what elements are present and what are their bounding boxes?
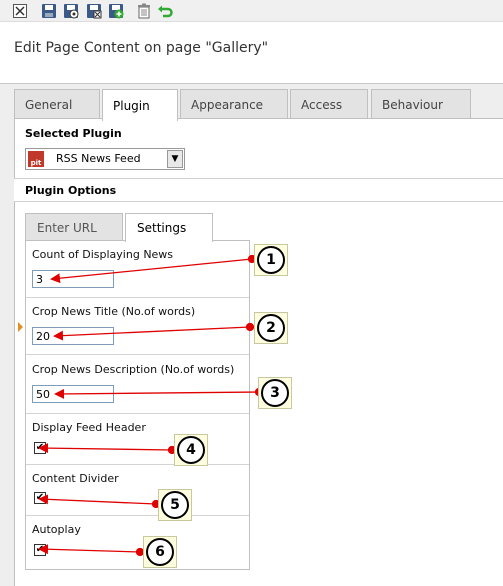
annotation-arrows (38, 254, 264, 557)
callout-3: 3 (258, 377, 292, 409)
callout-2: 2 (254, 312, 288, 344)
callout-number: 5 (161, 491, 189, 519)
callout-4: 4 (174, 434, 208, 466)
callout-1: 1 (254, 244, 288, 276)
callout-6: 6 (143, 536, 177, 568)
callout-5: 5 (158, 489, 192, 521)
tab-settings[interactable]: Settings (125, 213, 213, 242)
callout-number: 1 (257, 246, 285, 274)
callout-number: 4 (177, 436, 205, 464)
callout-number: 3 (261, 379, 289, 407)
callout-number: 6 (146, 538, 174, 566)
tab-plugin[interactable]: Plugin (102, 89, 178, 121)
callout-number: 2 (257, 314, 285, 342)
